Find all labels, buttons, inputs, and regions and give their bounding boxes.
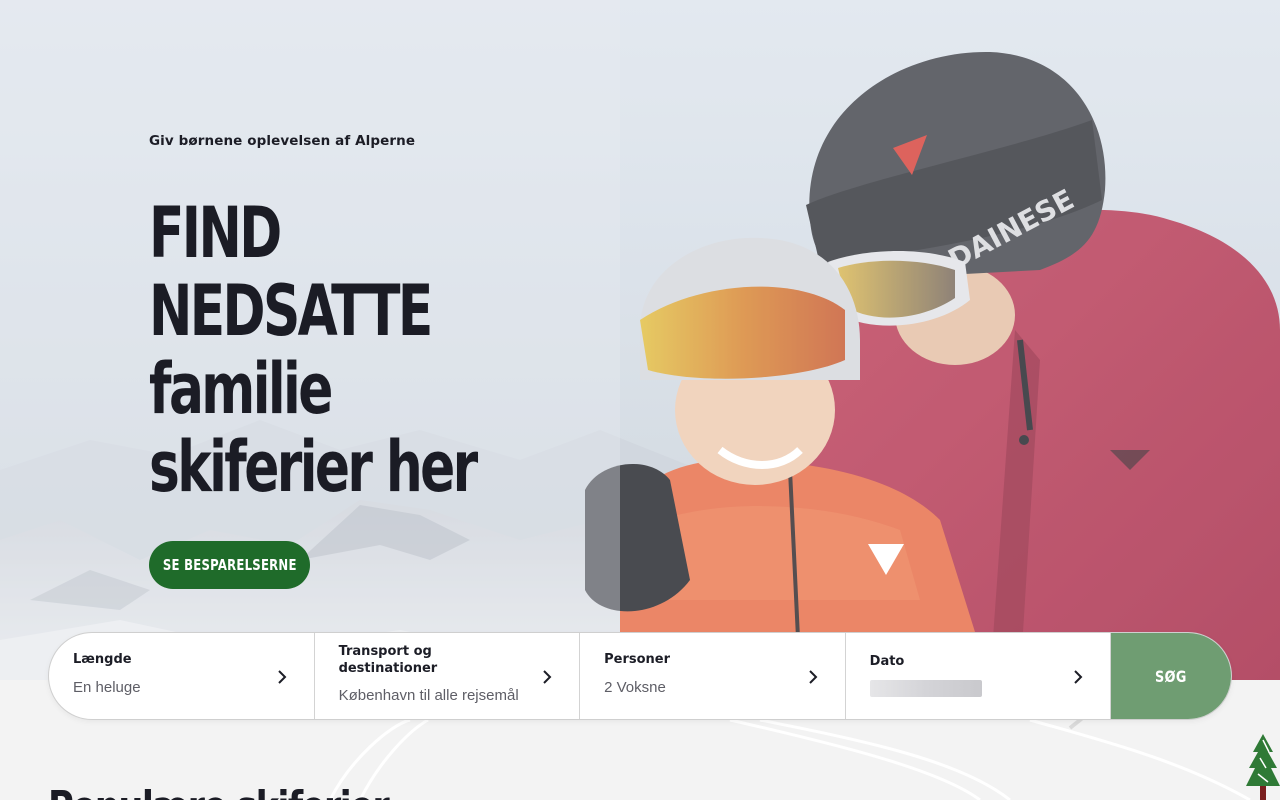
search-button-label: SØG: [1155, 666, 1188, 686]
section-heading: Populære skiferier: [48, 782, 390, 800]
length-value: En heluge: [73, 679, 141, 696]
hero-headline: FIND NEDSATTE familie skiferier her: [149, 192, 478, 508]
chevron-right-icon: [808, 670, 818, 684]
trip-search-bar: Længde En heluge Transport og destinatio…: [48, 632, 1232, 720]
length-selector[interactable]: Længde En heluge: [49, 633, 315, 719]
chevron-right-icon: [543, 670, 552, 684]
hero-eyebrow: Giv børnene oplevelsen af Alperne: [149, 133, 416, 149]
chevron-right-icon: [1074, 670, 1083, 684]
headline-line: familie: [149, 348, 333, 430]
persons-label: Personer: [604, 652, 671, 667]
transport-destination-selector[interactable]: Transport og destinationer København til…: [315, 633, 581, 719]
persons-value: 2 Voksne: [604, 679, 666, 696]
headline-line: skiferier her: [149, 426, 478, 508]
date-label: Dato: [869, 654, 905, 669]
hero-section: DAINESE Giv børnene oplevelsen af Alpern…: [0, 0, 1280, 680]
headline-line: NEDSATTE: [149, 270, 433, 352]
date-loading-placeholder: [869, 680, 982, 697]
persons-selector[interactable]: Personer 2 Voksne: [580, 633, 846, 719]
transport-label: Transport og destinationer: [338, 644, 438, 676]
date-selector[interactable]: Dato: [846, 633, 1112, 719]
search-button[interactable]: SØG: [1111, 633, 1231, 719]
see-savings-button[interactable]: SE BESPARELSERNE: [149, 541, 310, 589]
pine-tree-icon: [1246, 734, 1280, 800]
chevron-right-icon: [277, 670, 286, 684]
length-label: Længde: [73, 652, 132, 667]
see-savings-label: SE BESPARELSERNE: [162, 556, 297, 574]
headline-line: FIND: [149, 192, 282, 274]
transport-value: København til alle rejsemål: [338, 687, 519, 704]
